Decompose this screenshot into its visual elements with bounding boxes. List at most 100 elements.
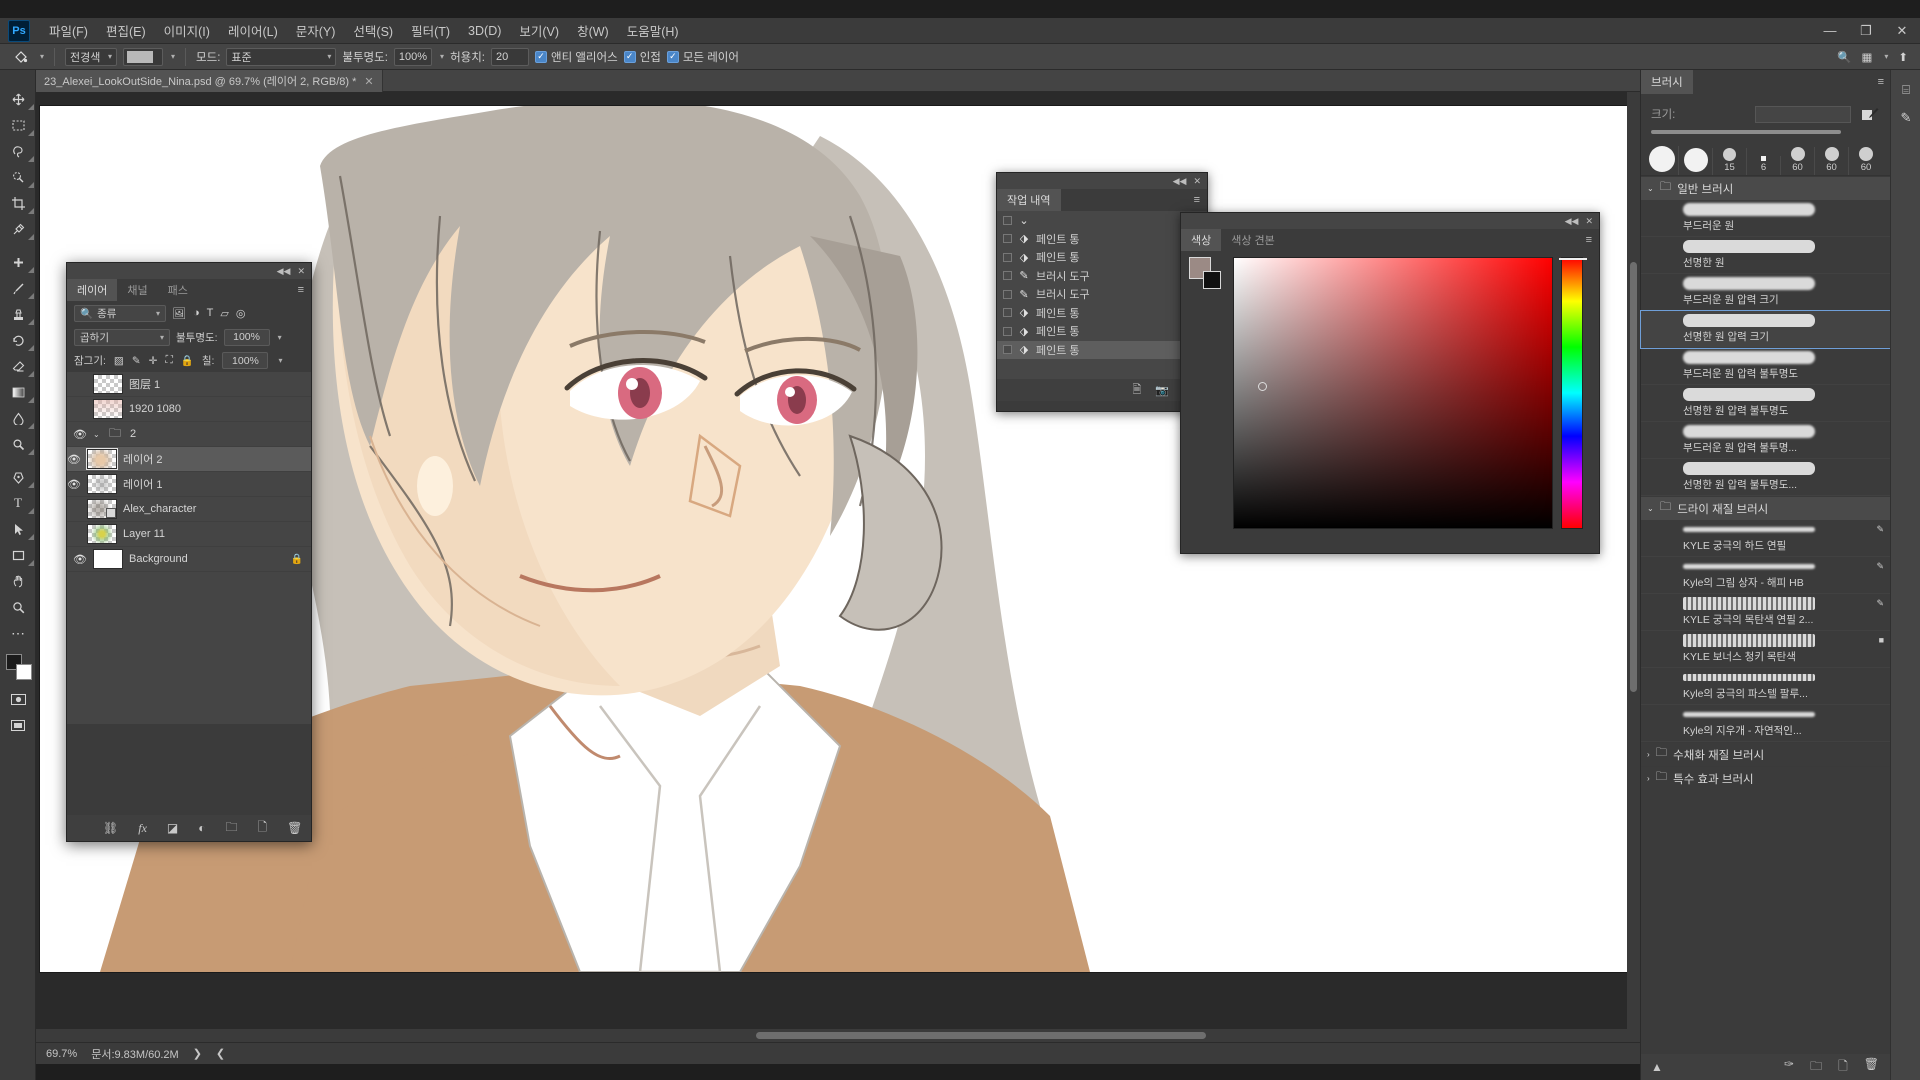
new-group-icon[interactable]: 🗀 [1810, 1057, 1822, 1078]
table-row[interactable]: 👁 ⌄ 🗀 2 [67, 422, 311, 447]
visibility-toggle-icon[interactable]: 👁 [67, 528, 81, 541]
close-button[interactable]: ✕ [1884, 19, 1920, 43]
new-group-icon[interactable]: 🗀 [226, 818, 238, 839]
zoom-level[interactable]: 69.7% [46, 1048, 77, 1060]
close-icon[interactable]: ✕ [364, 75, 373, 88]
background-color-swatch[interactable] [16, 664, 32, 680]
brush-item[interactable]: 선명한 원 [1641, 237, 1891, 274]
history-item[interactable]: ⬗ 페인트 통 [997, 230, 1207, 249]
marquee-tool[interactable] [0, 112, 36, 138]
lock-all-icon[interactable]: 🔒 [181, 354, 194, 367]
menu-help[interactable]: 도움말(H) [618, 17, 688, 44]
layer-filter-kind-select[interactable]: 🔍 종류 ▾ [74, 305, 166, 322]
foreground-background-colors[interactable] [0, 652, 36, 686]
brush-settings-icon[interactable]: ✎ [1891, 104, 1920, 132]
canvas-horizontal-scrollbar[interactable] [36, 1029, 1640, 1042]
new-document-icon[interactable]: 🗎 [1132, 381, 1141, 400]
gradient-tool[interactable] [0, 379, 36, 405]
adjustment-layer-icon[interactable]: ◐ [198, 821, 205, 835]
brush-item[interactable]: KYLE 보너스 청키 목탄색 ■ [1641, 631, 1891, 668]
brush-item[interactable]: Kyle의 지우개 - 자연적인... [1641, 705, 1891, 742]
opacity-caret-icon[interactable]: ▾ [440, 52, 444, 61]
brush-presets-panel[interactable]: 브러시 ≡ 크기: [1641, 70, 1891, 1080]
type-filter-icon[interactable]: T [207, 307, 214, 319]
layers-panel-titlebar[interactable]: ◀◀ ✕ [67, 263, 311, 279]
layer-name[interactable]: 1920 1080 [129, 403, 181, 415]
layer-name[interactable]: 图层 1 [129, 376, 160, 392]
brush-item[interactable]: Kyle의 그림 상자 - 해피 HB ✎ [1641, 557, 1891, 594]
history-item[interactable]: ✎ 브러시 도구 [997, 267, 1207, 286]
chevron-down-icon[interactable]: ▾ [1884, 52, 1888, 61]
history-snapshot-box[interactable] [1003, 345, 1012, 354]
menu-type[interactable]: 문자(Y) [287, 17, 345, 44]
tab-layers[interactable]: 레이어 [67, 279, 117, 301]
minimize-button[interactable]: — [1812, 19, 1848, 43]
tool-preset-caret-icon[interactable]: ▾ [40, 52, 44, 61]
layer-name[interactable]: 레이어 1 [123, 476, 163, 492]
history-item[interactable]: ⌄ [997, 211, 1207, 230]
layer-list[interactable]: 👁 图层 1 👁 1920 1080 👁 ⌄ 🗀 2 👁 [67, 372, 311, 724]
blur-tool[interactable] [0, 405, 36, 431]
layer-thumbnail[interactable] [87, 524, 117, 544]
delete-brush-icon[interactable]: 🗑 [1864, 1057, 1879, 1078]
layer-name[interactable]: 2 [130, 428, 136, 440]
chevron-down-icon[interactable]: ▾ [278, 356, 282, 365]
menu-image[interactable]: 이미지(I) [155, 17, 219, 44]
brush-item[interactable]: 선명한 원 압력 불투명도... [1641, 459, 1891, 496]
panel-menu-icon[interactable]: ≡ [298, 279, 311, 301]
history-snapshot-box[interactable] [1003, 308, 1012, 317]
lock-transparency-icon[interactable]: ▨ [114, 355, 124, 367]
menu-layer[interactable]: 레이어(L) [219, 17, 287, 44]
path-selection-tool[interactable] [0, 516, 36, 542]
menu-file[interactable]: 파일(F) [40, 17, 97, 44]
collapse-icon[interactable]: ◀◀ [277, 266, 291, 277]
workspace-icon[interactable]: ▦ [1861, 50, 1872, 64]
new-brush-icon[interactable]: ✑ [1784, 1057, 1794, 1078]
brush-preset[interactable]: 6 [1747, 156, 1781, 175]
table-row[interactable]: 👁 图层 1 [67, 372, 311, 397]
lock-position-icon[interactable]: ✛ [149, 355, 158, 367]
history-panel-titlebar[interactable]: ◀◀ ✕ [997, 173, 1207, 189]
pen-tool[interactable] [0, 464, 36, 490]
history-item[interactable]: ⬗ 페인트 통 [997, 304, 1207, 323]
panel-menu-icon[interactable]: ≡ [1194, 189, 1207, 211]
table-row[interactable]: 👁 Layer 11 [67, 522, 311, 547]
menu-edit[interactable]: 편집(E) [97, 17, 155, 44]
history-brush-tool[interactable] [0, 327, 36, 353]
brush-presets-icon[interactable]: ⌸ [1891, 76, 1920, 104]
layer-thumbnail[interactable] [87, 499, 117, 519]
lock-pixels-icon[interactable]: ✎ [132, 355, 141, 367]
layer-name[interactable]: Layer 11 [123, 528, 165, 540]
tab-color[interactable]: 색상 [1181, 229, 1221, 251]
dodge-tool[interactable] [0, 431, 36, 457]
brush-preset[interactable] [1679, 148, 1713, 175]
hue-marker[interactable] [1559, 258, 1587, 260]
brush-item[interactable]: 선명한 원 압력 불투명도 [1641, 385, 1891, 422]
brush-preset[interactable]: 60 [1849, 147, 1883, 175]
brush-item[interactable]: 부드러운 원 [1641, 200, 1891, 237]
panel-menu-icon[interactable]: ≡ [1586, 229, 1599, 251]
pattern-swatch[interactable] [123, 48, 163, 66]
quick-selection-tool[interactable] [0, 164, 36, 190]
brush-group-watercolor[interactable]: › 🗀 수채화 재질 브러시 [1641, 742, 1891, 766]
blend-mode-select[interactable]: 곱하기 ▾ [74, 329, 170, 346]
brush-tool[interactable] [0, 275, 36, 301]
close-icon[interactable]: ✕ [1193, 176, 1201, 187]
edit-brush-icon[interactable] [1859, 104, 1881, 124]
table-row[interactable]: 👁 Alex_character [67, 497, 311, 522]
layer-thumbnail[interactable] [87, 474, 117, 494]
visibility-toggle-icon[interactable]: 👁 [67, 453, 81, 466]
history-snapshot-box[interactable] [1003, 253, 1012, 262]
menu-3d[interactable]: 3D(D) [459, 20, 510, 42]
layer-name[interactable]: Background [129, 553, 188, 565]
layer-thumbnail[interactable] [93, 374, 123, 394]
history-item[interactable]: ✎ 브러시 도구 [997, 285, 1207, 304]
scrollbar-thumb[interactable] [756, 1032, 1206, 1039]
layer-name[interactable]: 레이어 2 [123, 451, 163, 467]
saturation-value-picker[interactable] [1233, 257, 1553, 529]
brush-item[interactable]: 부드러운 원 압력 불투명도 [1641, 348, 1891, 385]
background-color-swatch[interactable] [1203, 271, 1221, 289]
brush-item[interactable]: KYLE 궁극의 목탄색 연필 2... ✎ [1641, 594, 1891, 631]
history-item[interactable]: ⬗ 페인트 통 [997, 248, 1207, 267]
document-tab[interactable]: 23_Alexei_LookOutSide_Nina.psd @ 69.7% (… [36, 70, 383, 92]
